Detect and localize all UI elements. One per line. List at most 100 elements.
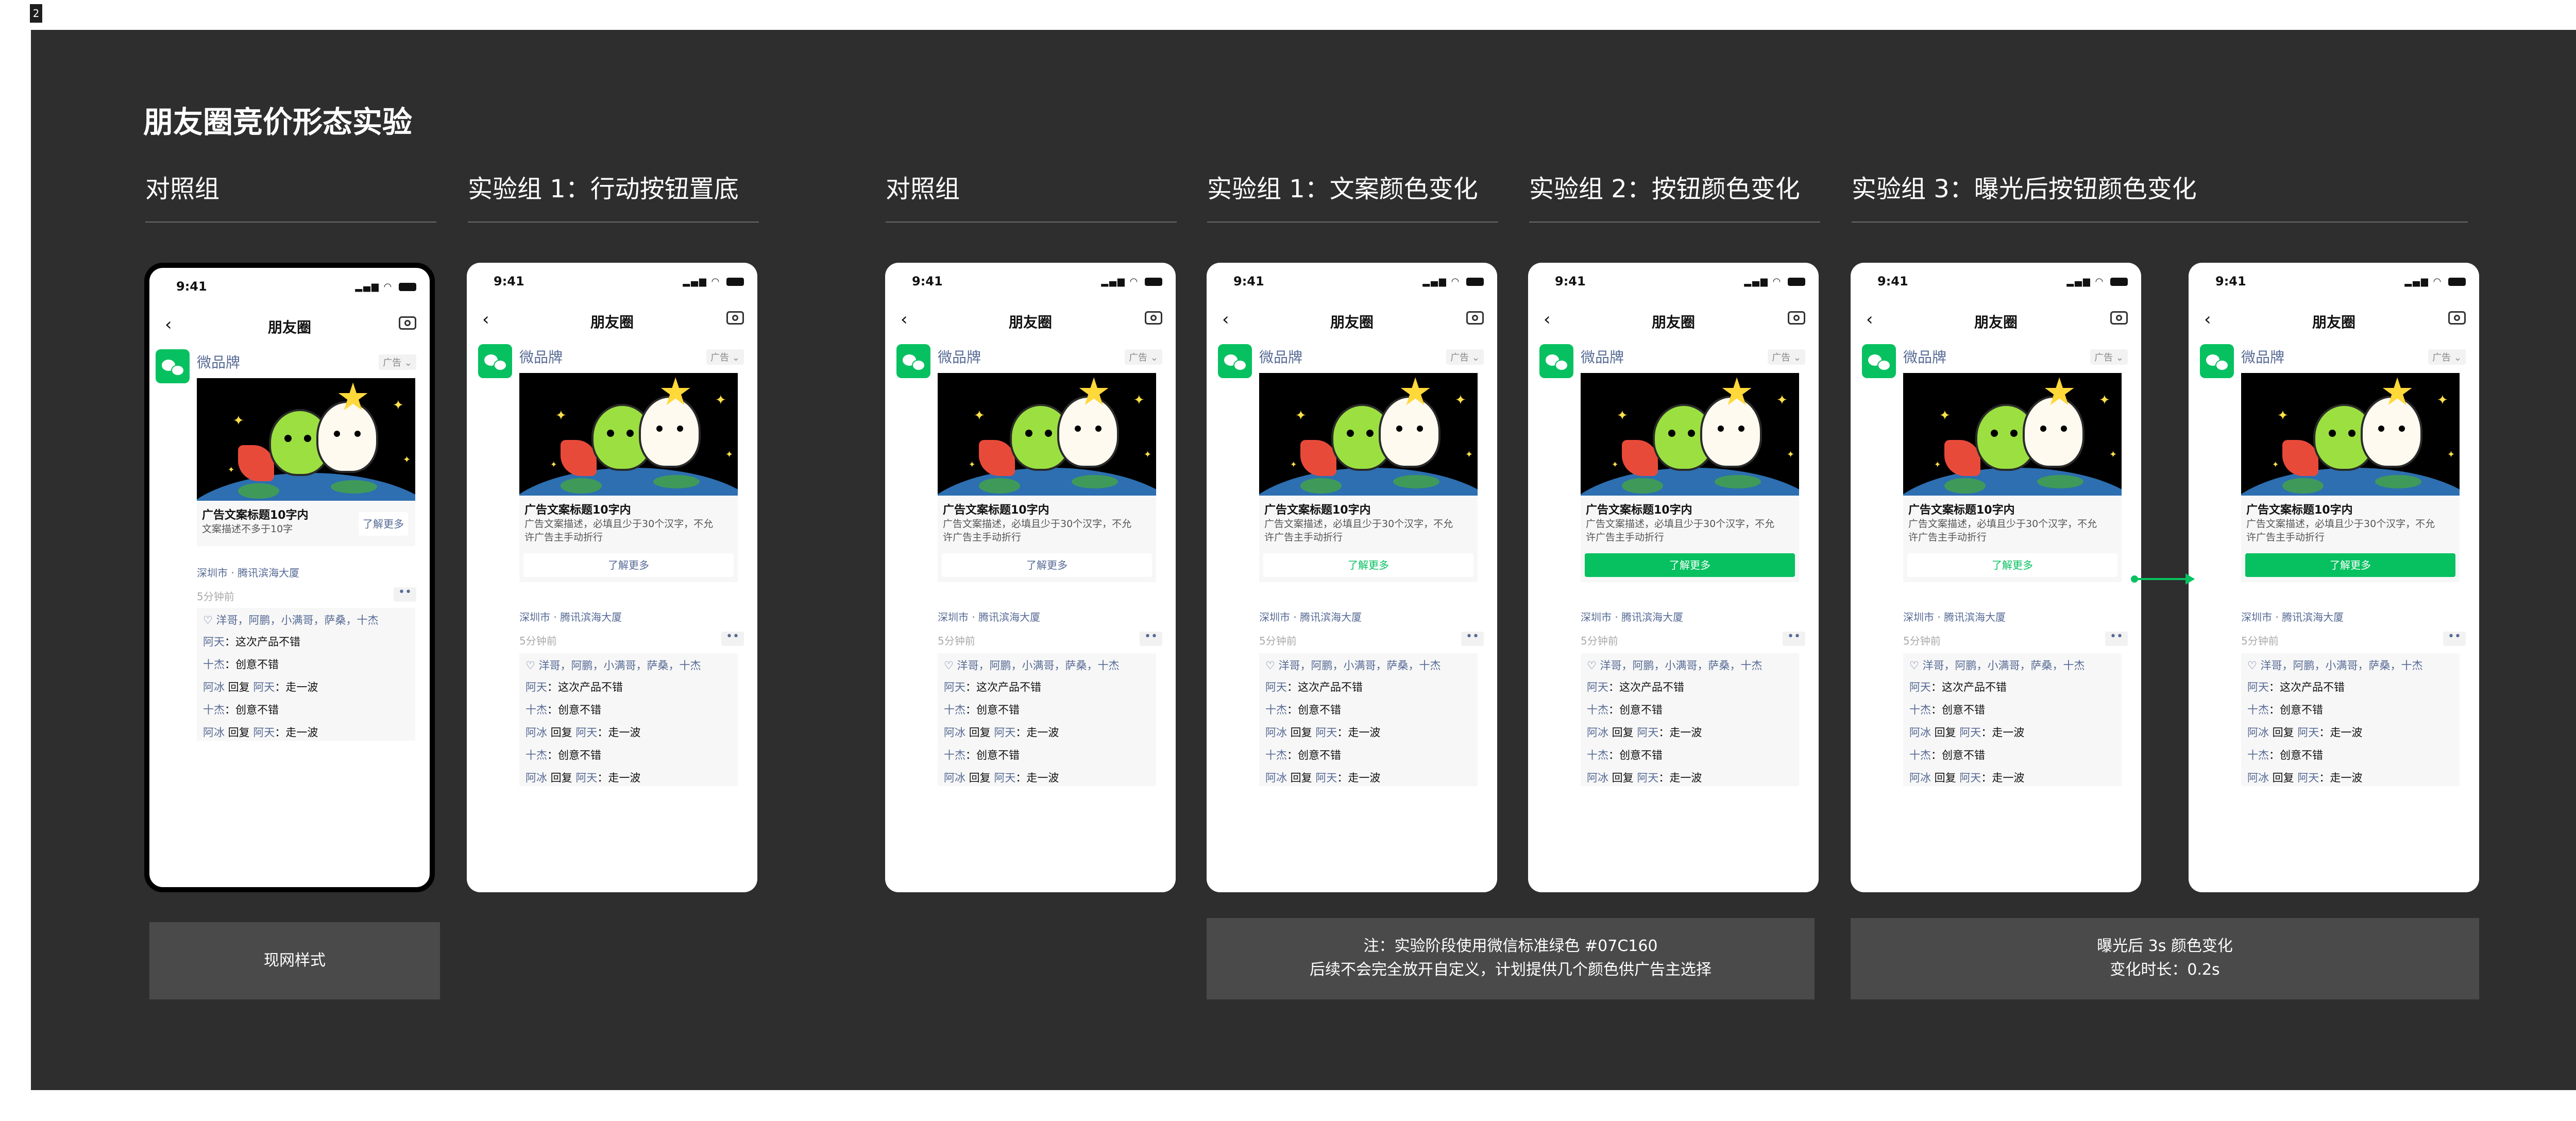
brand-avatar[interactable] xyxy=(896,344,930,378)
location-link[interactable]: 深圳市 · 腾讯滨海大厦 xyxy=(1581,609,1683,624)
camera-icon[interactable] xyxy=(399,316,416,330)
ad-copy-block[interactable]: 广告文案标题10字内 广告文案描述，必填且少于30个汉字，不允 许广告主手动折行… xyxy=(1903,496,2122,582)
comment-line[interactable]: 阿冰 回复 阿天：走一波 xyxy=(526,770,640,785)
more-dots-button[interactable]: •• xyxy=(2443,631,2466,646)
learn-more-button[interactable]: 了解更多 xyxy=(1907,553,2117,577)
comment-author[interactable]: 阿冰 xyxy=(1265,726,1287,739)
ad-image[interactable]: ★ ✦ ✦ ✦ ✦ xyxy=(2241,373,2460,496)
comment-author[interactable]: 阿冰 xyxy=(1587,726,1608,739)
ad-image[interactable]: ★ ✦ ✦ ✦ ✦ xyxy=(938,373,1156,496)
more-dots-button[interactable]: •• xyxy=(1783,631,1805,646)
ad-copy-block[interactable]: 广告文案标题10字内 广告文案描述，必填且少于30个汉字，不允 许广告主手动折行… xyxy=(938,496,1156,582)
location-link[interactable]: 深圳市 · 腾讯滨海大厦 xyxy=(197,565,299,580)
comment-author[interactable]: 阿冰 xyxy=(944,772,965,784)
location-link[interactable]: 深圳市 · 腾讯滨海大厦 xyxy=(519,609,622,624)
location-link[interactable]: 深圳市 · 腾讯滨海大厦 xyxy=(2241,609,2344,624)
comment-reply-target[interactable]: 阿天 xyxy=(1959,772,1981,784)
ad-tag[interactable]: 广告 ⌄ xyxy=(379,354,416,370)
comment-line[interactable]: 十杰：创意不错 xyxy=(1587,702,1663,717)
comment-line[interactable]: 阿冰 回复 阿天：走一波 xyxy=(1265,770,1380,785)
ad-tag[interactable]: 广告 ⌄ xyxy=(1446,349,1484,365)
comment-line[interactable]: 阿天：这次产品不错 xyxy=(944,679,1041,694)
likes-line[interactable]: ♡ 洋哥，阿鹏，小满哥，萨桑，十杰 xyxy=(203,612,379,627)
comment-line[interactable]: 十杰：创意不错 xyxy=(1909,702,1985,717)
ad-image[interactable]: ★ ✦ ✦ ✦ ✦ xyxy=(197,378,415,501)
comment-reply-target[interactable]: 阿天 xyxy=(1315,772,1337,784)
comment-author[interactable]: 十杰 xyxy=(944,749,965,761)
comment-line[interactable]: 阿冰 回复 阿天：走一波 xyxy=(1265,724,1380,740)
comment-line[interactable]: 十杰：创意不错 xyxy=(2247,747,2323,762)
comment-author[interactable]: 阿天 xyxy=(1587,681,1608,693)
ad-copy-block[interactable]: 广告文案标题10字内 广告文案描述，必填且少于30个汉字，不允 许广告主手动折行… xyxy=(2241,496,2460,582)
brand-name[interactable]: 微品牌 xyxy=(1259,346,1302,367)
ad-tag[interactable]: 广告 ⌄ xyxy=(1125,349,1162,365)
comment-line[interactable]: 阿冰 回复 阿天：走一波 xyxy=(526,724,640,740)
comment-author[interactable]: 阿天 xyxy=(2247,681,2269,693)
ad-copy-block[interactable]: 广告文案标题10字内 文案描述不多于10字 了解更多 xyxy=(197,501,415,546)
camera-icon[interactable] xyxy=(2110,311,2128,325)
learn-more-button[interactable]: 了解更多 xyxy=(1263,553,1473,577)
comment-line[interactable]: 十杰：创意不错 xyxy=(944,747,1020,762)
comment-author[interactable]: 阿冰 xyxy=(1909,726,1931,739)
comment-line[interactable]: 阿冰 回复 阿天：走一波 xyxy=(203,679,318,694)
comment-line[interactable]: 十杰：创意不错 xyxy=(203,656,279,672)
comment-reply-target[interactable]: 阿天 xyxy=(253,726,275,739)
comment-author[interactable]: 十杰 xyxy=(1265,704,1287,716)
comment-line[interactable]: 阿冰 回复 阿天：走一波 xyxy=(2247,770,2362,785)
brand-avatar[interactable] xyxy=(156,349,190,383)
comment-author[interactable]: 阿天 xyxy=(1909,681,1931,693)
comment-author[interactable]: 阿冰 xyxy=(526,726,547,739)
comment-author[interactable]: 阿冰 xyxy=(526,772,547,784)
ad-copy-block[interactable]: 广告文案标题10字内 广告文案描述，必填且少于30个汉字，不允 许广告主手动折行… xyxy=(1259,496,1478,582)
comment-line[interactable]: 阿天：这次产品不错 xyxy=(1909,679,2007,694)
comment-line[interactable]: 阿冰 回复 阿天：走一波 xyxy=(944,770,1059,785)
brand-name[interactable]: 微品牌 xyxy=(938,346,981,367)
brand-name[interactable]: 微品牌 xyxy=(197,351,240,372)
comment-line[interactable]: 阿冰 回复 阿天：走一波 xyxy=(1587,724,1702,740)
comment-line[interactable]: 阿天：这次产品不错 xyxy=(2247,679,2345,694)
likes-line[interactable]: ♡ 洋哥，阿鹏，小满哥，萨桑，十杰 xyxy=(1587,657,1762,673)
comment-reply-target[interactable]: 阿天 xyxy=(994,772,1015,784)
comment-author[interactable]: 十杰 xyxy=(203,704,225,716)
comment-line[interactable]: 十杰：创意不错 xyxy=(1587,747,1663,762)
comment-author[interactable]: 阿天 xyxy=(944,681,965,693)
comment-author[interactable]: 十杰 xyxy=(1587,704,1608,716)
comment-author[interactable]: 十杰 xyxy=(1909,749,1931,761)
likes-line[interactable]: ♡ 洋哥，阿鹏，小满哥，萨桑，十杰 xyxy=(944,657,1120,673)
brand-avatar[interactable] xyxy=(1862,344,1896,378)
brand-name[interactable]: 微品牌 xyxy=(519,346,563,367)
location-link[interactable]: 深圳市 · 腾讯滨海大厦 xyxy=(1259,609,1362,624)
learn-more-button[interactable]: 了解更多 xyxy=(523,553,734,577)
comment-author[interactable]: 阿天 xyxy=(1265,681,1287,693)
comment-author[interactable]: 阿冰 xyxy=(1265,772,1287,784)
comment-line[interactable]: 十杰：创意不错 xyxy=(203,702,279,717)
learn-more-button[interactable]: 了解更多 xyxy=(1585,553,1795,577)
more-dots-button[interactable]: •• xyxy=(1140,631,1162,646)
ad-tag[interactable]: 广告 ⌄ xyxy=(1768,349,1805,365)
comment-author[interactable]: 阿天 xyxy=(203,636,225,648)
comment-line[interactable]: 十杰：创意不错 xyxy=(1265,702,1341,717)
comment-author[interactable]: 十杰 xyxy=(1587,749,1608,761)
comment-line[interactable]: 阿冰 回复 阿天：走一波 xyxy=(2247,724,2362,740)
brand-avatar[interactable] xyxy=(1218,344,1252,378)
ad-image[interactable]: ★ ✦ ✦ ✦ ✦ xyxy=(1581,373,1799,496)
comment-reply-target[interactable]: 阿天 xyxy=(1637,726,1658,739)
comment-reply-target[interactable]: 阿天 xyxy=(1959,726,1981,739)
location-link[interactable]: 深圳市 · 腾讯滨海大厦 xyxy=(938,609,1040,624)
comment-author[interactable]: 阿冰 xyxy=(1587,772,1608,784)
ad-image[interactable]: ★ ✦ ✦ ✦ ✦ xyxy=(519,373,738,496)
comment-reply-target[interactable]: 阿天 xyxy=(575,726,597,739)
comment-author[interactable]: 阿冰 xyxy=(203,726,225,739)
comment-author[interactable]: 十杰 xyxy=(2247,704,2269,716)
ad-image[interactable]: ★ ✦ ✦ ✦ ✦ xyxy=(1903,373,2122,496)
brand-name[interactable]: 微品牌 xyxy=(1581,346,1624,367)
comment-line[interactable]: 阿冰 回复 阿天：走一波 xyxy=(1587,770,1702,785)
comment-line[interactable]: 阿天：这次产品不错 xyxy=(1265,679,1363,694)
comment-author[interactable]: 十杰 xyxy=(2247,749,2269,761)
comment-line[interactable]: 阿天：这次产品不错 xyxy=(526,679,623,694)
comment-author[interactable]: 阿天 xyxy=(526,681,547,693)
comment-line[interactable]: 阿冰 回复 阿天：走一波 xyxy=(1909,724,2024,740)
camera-icon[interactable] xyxy=(1788,311,1805,325)
brand-avatar[interactable] xyxy=(478,344,512,378)
brand-avatar[interactable] xyxy=(1539,344,1573,378)
